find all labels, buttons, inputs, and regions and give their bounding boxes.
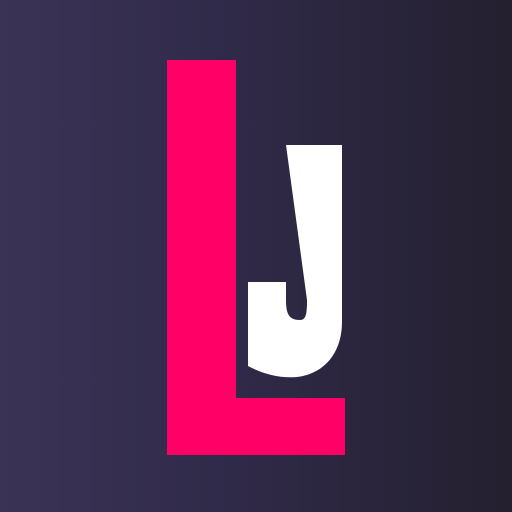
l-vertical-stroke xyxy=(167,60,236,455)
l-horizontal-stroke xyxy=(167,398,345,455)
lj-logo-icon xyxy=(167,60,345,455)
app-icon-canvas: L J xyxy=(0,0,512,512)
